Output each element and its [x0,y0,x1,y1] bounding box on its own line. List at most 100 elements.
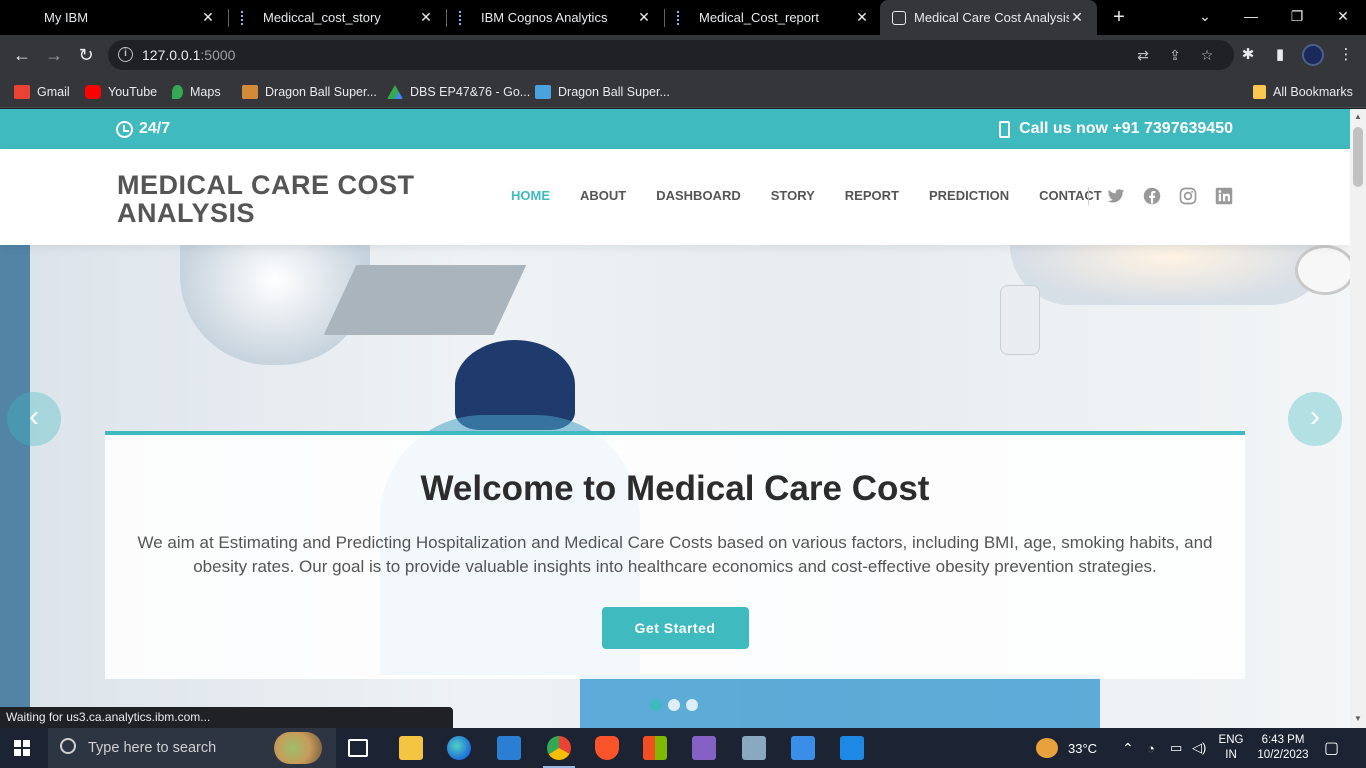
vscode-icon[interactable] [840,736,864,760]
profile-avatar[interactable] [1302,44,1324,66]
bookmark-dragon-ball-2[interactable]: Dragon Ball Super... [535,82,670,102]
taskbar-search[interactable]: Type here to search [48,728,336,768]
bookmark-dragon-ball-1[interactable]: Dragon Ball Super... [242,82,377,102]
notification-icon[interactable]: ▢ [1324,728,1339,768]
nav-story[interactable]: STORY [771,188,815,203]
carousel-next-button[interactable]: › [1288,392,1342,446]
weather-widget[interactable]: 33°C [1036,728,1097,768]
linkedin-icon[interactable] [1215,187,1233,205]
cognos-icon [459,10,473,25]
brave-icon[interactable] [595,736,619,760]
forward-button[interactable]: → [42,43,66,67]
carousel-prev-button[interactable]: ‹ [7,392,61,446]
maps-icon [172,85,183,99]
share-icon[interactable]: ⇪ [1166,46,1184,64]
tab-medical-cost-story[interactable]: Mediccal_cost_story ✕ [229,0,446,35]
site-favicon-icon [892,10,906,25]
bookmarks-bar: Gmail YouTube Maps Dragon Ball Super... … [0,75,1366,108]
site-icon [535,85,551,99]
carousel-dot[interactable] [668,699,680,711]
side-panel-icon[interactable]: ▮ [1270,45,1290,65]
close-icon[interactable]: ✕ [200,9,216,26]
instagram-icon[interactable] [1179,187,1197,205]
twitter-icon[interactable] [1107,187,1125,205]
reload-button[interactable]: ↻ [74,43,98,67]
scroll-down-icon[interactable]: ▼ [1353,714,1363,724]
search-icon [60,738,76,754]
nav-home[interactable]: HOME [511,188,550,203]
image-viewer-icon[interactable] [742,736,766,760]
bookmark-youtube[interactable]: YouTube [85,82,157,102]
tab-ibm-cognos[interactable]: IBM Cognos Analytics ✕ [447,0,664,35]
web-page: 24/7 Call us now +91 7397639450 MEDICAL … [0,109,1350,728]
drive-icon [387,85,403,99]
phone-icon [999,120,1011,138]
get-started-button[interactable]: Get Started [601,607,749,649]
scrollbar-thumb[interactable] [1353,127,1363,187]
edge-icon[interactable] [447,736,471,760]
language-indicator[interactable]: ENG IN [1214,733,1248,763]
site-logo[interactable]: MEDICAL CARE COST ANALYSIS [117,171,447,227]
url-text[interactable]: 127.0.0.1:5000 [142,47,235,63]
battery-icon[interactable]: ▭ [1170,728,1182,768]
photos-icon[interactable] [791,736,815,760]
new-tab-button[interactable]: + [1108,6,1130,28]
network-icon[interactable]: ◔ [1147,728,1155,768]
close-icon[interactable]: ✕ [854,9,870,26]
file-explorer-icon[interactable] [399,736,423,760]
extensions-icon[interactable]: ✱ [1238,45,1258,65]
windows-start-icon[interactable] [14,740,30,756]
nav-report[interactable]: REPORT [845,188,899,203]
carousel-indicators [650,699,704,711]
call-info: Call us now +91 7397639450 [999,120,1233,138]
maximize-button[interactable]: ❐ [1274,0,1320,35]
site-info-icon[interactable]: i [118,47,133,62]
mail-icon[interactable] [497,736,521,760]
tray-chevron-icon[interactable]: ⌃ [1122,728,1134,768]
scroll-up-icon[interactable]: ▲ [1353,112,1363,122]
close-icon[interactable]: ✕ [1069,9,1085,26]
close-icon[interactable]: ✕ [418,9,434,26]
all-bookmarks[interactable]: All Bookmarks [1253,82,1353,102]
tab-search-chevron-icon[interactable]: ⌄ [1182,0,1228,35]
hero-description: We aim at Estimating and Predicting Hosp… [137,533,1213,576]
menu-kebab-icon[interactable]: ⋮ [1336,45,1356,65]
visual-studio-icon[interactable] [692,736,716,760]
bookmark-gmail[interactable]: Gmail [14,82,70,102]
hero-title: Welcome to Medical Care Cost [420,469,930,508]
iv-bag [1000,285,1040,355]
nav-divider [1088,187,1089,205]
carousel-dot[interactable] [686,699,698,711]
search-highlight-image [274,732,322,764]
bookmark-maps[interactable]: Maps [172,82,221,102]
close-icon[interactable]: ✕ [636,9,652,26]
tab-medical-cost-report[interactable]: Medical_Cost_report ✕ [665,0,882,35]
translate-icon[interactable]: ⇄ [1134,46,1152,64]
task-view-icon[interactable] [348,739,368,757]
carousel-dot[interactable] [650,699,662,711]
nav-about[interactable]: ABOUT [580,188,626,203]
close-window-button[interactable]: ✕ [1320,0,1366,35]
tab-title: Medical_Cost_report [699,10,819,25]
back-button[interactable]: ← [10,43,34,67]
surgical-lamp-right [1010,245,1330,305]
browser-tab-strip: My IBM ✕ Mediccal_cost_story ✕ IBM Cogno… [0,0,1366,35]
store-icon[interactable] [643,736,667,760]
tab-medical-care-cost-analysis[interactable]: Medical Care Cost Analysis ✕ [880,0,1097,35]
volume-icon[interactable]: ◁) [1192,728,1206,768]
page-scrollbar[interactable]: ▲ ▼ [1350,109,1366,728]
bookmark-dbs-ep[interactable]: DBS EP47&76 - Go... [387,82,530,102]
tab-my-ibm[interactable]: My IBM ✕ [0,0,228,35]
facebook-icon[interactable] [1143,187,1161,205]
address-bar[interactable]: i 127.0.0.1:5000 ⇄ ⇪ ☆ [108,40,1234,70]
nav-dashboard[interactable]: DASHBOARD [656,188,741,203]
minimize-button[interactable]: — [1228,0,1274,35]
hero-caption: Welcome to Medical Care Cost We aim at E… [105,431,1245,679]
nav-prediction[interactable]: PREDICTION [929,188,1009,203]
chrome-icon[interactable] [543,736,575,768]
cognos-icon [677,10,691,25]
site-header: MEDICAL CARE COST ANALYSIS HOME ABOUT DA… [0,149,1350,245]
clock[interactable]: 6:43 PM 10/2/2023 [1252,733,1314,763]
bookmark-star-icon[interactable]: ☆ [1198,46,1216,64]
nav-contact[interactable]: CONTACT [1039,188,1102,203]
